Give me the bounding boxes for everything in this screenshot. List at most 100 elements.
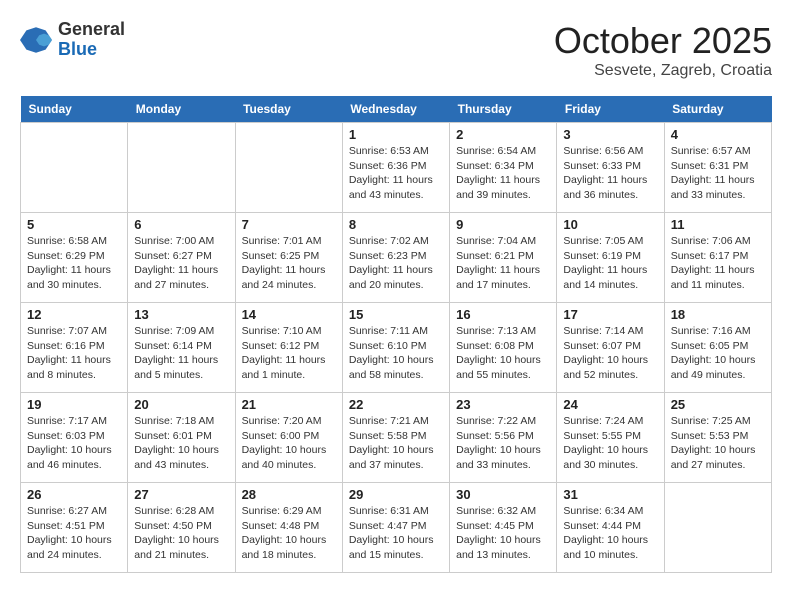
day-info: Sunrise: 6:28 AM Sunset: 4:50 PM Dayligh… bbox=[134, 504, 228, 563]
calendar-cell: 27 Sunrise: 6:28 AM Sunset: 4:50 PM Dayli… bbox=[128, 483, 235, 573]
day-number: 28 bbox=[242, 487, 336, 502]
day-number: 6 bbox=[134, 217, 228, 232]
calendar-cell: 31 Sunrise: 6:34 AM Sunset: 4:44 PM Dayli… bbox=[557, 483, 664, 573]
day-number: 24 bbox=[563, 397, 657, 412]
calendar-header-row: Sunday Monday Tuesday Wednesday Thursday… bbox=[21, 96, 772, 123]
logo-text: General Blue bbox=[58, 20, 125, 60]
calendar-cell: 7 Sunrise: 7:01 AM Sunset: 6:25 PM Daylig… bbox=[235, 213, 342, 303]
day-number: 12 bbox=[27, 307, 121, 322]
day-info: Sunrise: 6:29 AM Sunset: 4:48 PM Dayligh… bbox=[242, 504, 336, 563]
calendar-cell: 15 Sunrise: 7:11 AM Sunset: 6:10 PM Dayli… bbox=[342, 303, 449, 393]
calendar-cell: 6 Sunrise: 7:00 AM Sunset: 6:27 PM Daylig… bbox=[128, 213, 235, 303]
calendar-cell: 4Sunrise: 6:57 AM Sunset: 6:31 PM Daylig… bbox=[664, 123, 771, 213]
col-friday: Friday bbox=[557, 96, 664, 123]
calendar-cell: 10 Sunrise: 7:05 AM Sunset: 6:19 PM Dayli… bbox=[557, 213, 664, 303]
day-number: 25 bbox=[671, 397, 765, 412]
calendar-week-3: 12Sunrise: 7:07 AM Sunset: 6:16 PM Dayli… bbox=[21, 303, 772, 393]
day-info: Sunrise: 7:20 AM Sunset: 6:00 PM Dayligh… bbox=[242, 414, 336, 473]
day-info: Sunrise: 7:02 AM Sunset: 6:23 PM Dayligh… bbox=[349, 234, 443, 293]
calendar-cell: 18 Sunrise: 7:16 AM Sunset: 6:05 PM Dayli… bbox=[664, 303, 771, 393]
title-section: October 2025 Sesvete, Zagreb, Croatia bbox=[554, 20, 772, 80]
day-number: 29 bbox=[349, 487, 443, 502]
logo: General Blue bbox=[20, 20, 125, 60]
col-tuesday: Tuesday bbox=[235, 96, 342, 123]
calendar-cell: 26 Sunrise: 6:27 AM Sunset: 4:51 PM Dayli… bbox=[21, 483, 128, 573]
calendar-cell: 5Sunrise: 6:58 AM Sunset: 6:29 PM Daylig… bbox=[21, 213, 128, 303]
day-number: 31 bbox=[563, 487, 657, 502]
calendar-cell: 8Sunrise: 7:02 AM Sunset: 6:23 PM Daylig… bbox=[342, 213, 449, 303]
day-info: Sunrise: 7:13 AM Sunset: 6:08 PM Dayligh… bbox=[456, 324, 550, 383]
day-info: Sunrise: 7:10 AM Sunset: 6:12 PM Dayligh… bbox=[242, 324, 336, 383]
day-info: Sunrise: 7:06 AM Sunset: 6:17 PM Dayligh… bbox=[671, 234, 765, 293]
day-info: Sunrise: 7:04 AM Sunset: 6:21 PM Dayligh… bbox=[456, 234, 550, 293]
month-title: October 2025 bbox=[554, 20, 772, 62]
day-number: 10 bbox=[563, 217, 657, 232]
day-info: Sunrise: 7:16 AM Sunset: 6:05 PM Dayligh… bbox=[671, 324, 765, 383]
day-info: Sunrise: 7:00 AM Sunset: 6:27 PM Dayligh… bbox=[134, 234, 228, 293]
calendar-cell: 11Sunrise: 7:06 AM Sunset: 6:17 PM Dayli… bbox=[664, 213, 771, 303]
calendar-cell bbox=[235, 123, 342, 213]
calendar-cell: 1 Sunrise: 6:53 AM Sunset: 6:36 PM Daylig… bbox=[342, 123, 449, 213]
day-info: Sunrise: 6:56 AM Sunset: 6:33 PM Dayligh… bbox=[563, 144, 657, 203]
day-number: 16 bbox=[456, 307, 550, 322]
calendar-cell: 2Sunrise: 6:54 AM Sunset: 6:34 PM Daylig… bbox=[450, 123, 557, 213]
calendar-cell bbox=[21, 123, 128, 213]
day-info: Sunrise: 6:32 AM Sunset: 4:45 PM Dayligh… bbox=[456, 504, 550, 563]
day-info: Sunrise: 7:01 AM Sunset: 6:25 PM Dayligh… bbox=[242, 234, 336, 293]
day-info: Sunrise: 6:27 AM Sunset: 4:51 PM Dayligh… bbox=[27, 504, 121, 563]
calendar-cell: 25 Sunrise: 7:25 AM Sunset: 5:53 PM Dayli… bbox=[664, 393, 771, 483]
day-number: 17 bbox=[563, 307, 657, 322]
calendar-cell: 22Sunrise: 7:21 AM Sunset: 5:58 PM Dayli… bbox=[342, 393, 449, 483]
col-sunday: Sunday bbox=[21, 96, 128, 123]
logo-general: General bbox=[58, 20, 125, 40]
day-info: Sunrise: 7:11 AM Sunset: 6:10 PM Dayligh… bbox=[349, 324, 443, 383]
day-number: 26 bbox=[27, 487, 121, 502]
day-info: Sunrise: 7:25 AM Sunset: 5:53 PM Dayligh… bbox=[671, 414, 765, 473]
calendar-cell: 14 Sunrise: 7:10 AM Sunset: 6:12 PM Dayli… bbox=[235, 303, 342, 393]
day-number: 14 bbox=[242, 307, 336, 322]
day-number: 7 bbox=[242, 217, 336, 232]
day-info: Sunrise: 7:05 AM Sunset: 6:19 PM Dayligh… bbox=[563, 234, 657, 293]
day-info: Sunrise: 7:18 AM Sunset: 6:01 PM Dayligh… bbox=[134, 414, 228, 473]
day-number: 22 bbox=[349, 397, 443, 412]
day-number: 27 bbox=[134, 487, 228, 502]
calendar-table: Sunday Monday Tuesday Wednesday Thursday… bbox=[20, 96, 772, 573]
calendar-cell: 28 Sunrise: 6:29 AM Sunset: 4:48 PM Dayli… bbox=[235, 483, 342, 573]
logo-icon bbox=[20, 24, 52, 56]
calendar-cell: 23 Sunrise: 7:22 AM Sunset: 5:56 PM Dayli… bbox=[450, 393, 557, 483]
calendar-cell bbox=[664, 483, 771, 573]
col-thursday: Thursday bbox=[450, 96, 557, 123]
calendar-cell: 19 Sunrise: 7:17 AM Sunset: 6:03 PM Dayli… bbox=[21, 393, 128, 483]
logo-blue: Blue bbox=[58, 40, 125, 60]
calendar-cell: 12Sunrise: 7:07 AM Sunset: 6:16 PM Dayli… bbox=[21, 303, 128, 393]
day-info: Sunrise: 7:17 AM Sunset: 6:03 PM Dayligh… bbox=[27, 414, 121, 473]
day-number: 30 bbox=[456, 487, 550, 502]
col-monday: Monday bbox=[128, 96, 235, 123]
day-info: Sunrise: 6:53 AM Sunset: 6:36 PM Dayligh… bbox=[349, 144, 443, 203]
day-info: Sunrise: 6:58 AM Sunset: 6:29 PM Dayligh… bbox=[27, 234, 121, 293]
col-saturday: Saturday bbox=[664, 96, 771, 123]
day-info: Sunrise: 6:34 AM Sunset: 4:44 PM Dayligh… bbox=[563, 504, 657, 563]
calendar-cell: 24Sunrise: 7:24 AM Sunset: 5:55 PM Dayli… bbox=[557, 393, 664, 483]
calendar-cell: 29 Sunrise: 6:31 AM Sunset: 4:47 PM Dayli… bbox=[342, 483, 449, 573]
day-number: 23 bbox=[456, 397, 550, 412]
day-number: 9 bbox=[456, 217, 550, 232]
day-info: Sunrise: 7:09 AM Sunset: 6:14 PM Dayligh… bbox=[134, 324, 228, 383]
calendar-cell bbox=[128, 123, 235, 213]
day-number: 19 bbox=[27, 397, 121, 412]
location: Sesvete, Zagreb, Croatia bbox=[554, 62, 772, 80]
day-info: Sunrise: 6:31 AM Sunset: 4:47 PM Dayligh… bbox=[349, 504, 443, 563]
day-number: 13 bbox=[134, 307, 228, 322]
day-number: 18 bbox=[671, 307, 765, 322]
day-number: 15 bbox=[349, 307, 443, 322]
day-number: 1 bbox=[349, 127, 443, 142]
calendar-cell: 30 Sunrise: 6:32 AM Sunset: 4:45 PM Dayli… bbox=[450, 483, 557, 573]
calendar-week-2: 5Sunrise: 6:58 AM Sunset: 6:29 PM Daylig… bbox=[21, 213, 772, 303]
calendar-cell: 3 Sunrise: 6:56 AM Sunset: 6:33 PM Daylig… bbox=[557, 123, 664, 213]
col-wednesday: Wednesday bbox=[342, 96, 449, 123]
calendar-week-4: 19 Sunrise: 7:17 AM Sunset: 6:03 PM Dayli… bbox=[21, 393, 772, 483]
day-info: Sunrise: 6:57 AM Sunset: 6:31 PM Dayligh… bbox=[671, 144, 765, 203]
day-number: 3 bbox=[563, 127, 657, 142]
calendar-cell: 17Sunrise: 7:14 AM Sunset: 6:07 PM Dayli… bbox=[557, 303, 664, 393]
day-info: Sunrise: 7:22 AM Sunset: 5:56 PM Dayligh… bbox=[456, 414, 550, 473]
